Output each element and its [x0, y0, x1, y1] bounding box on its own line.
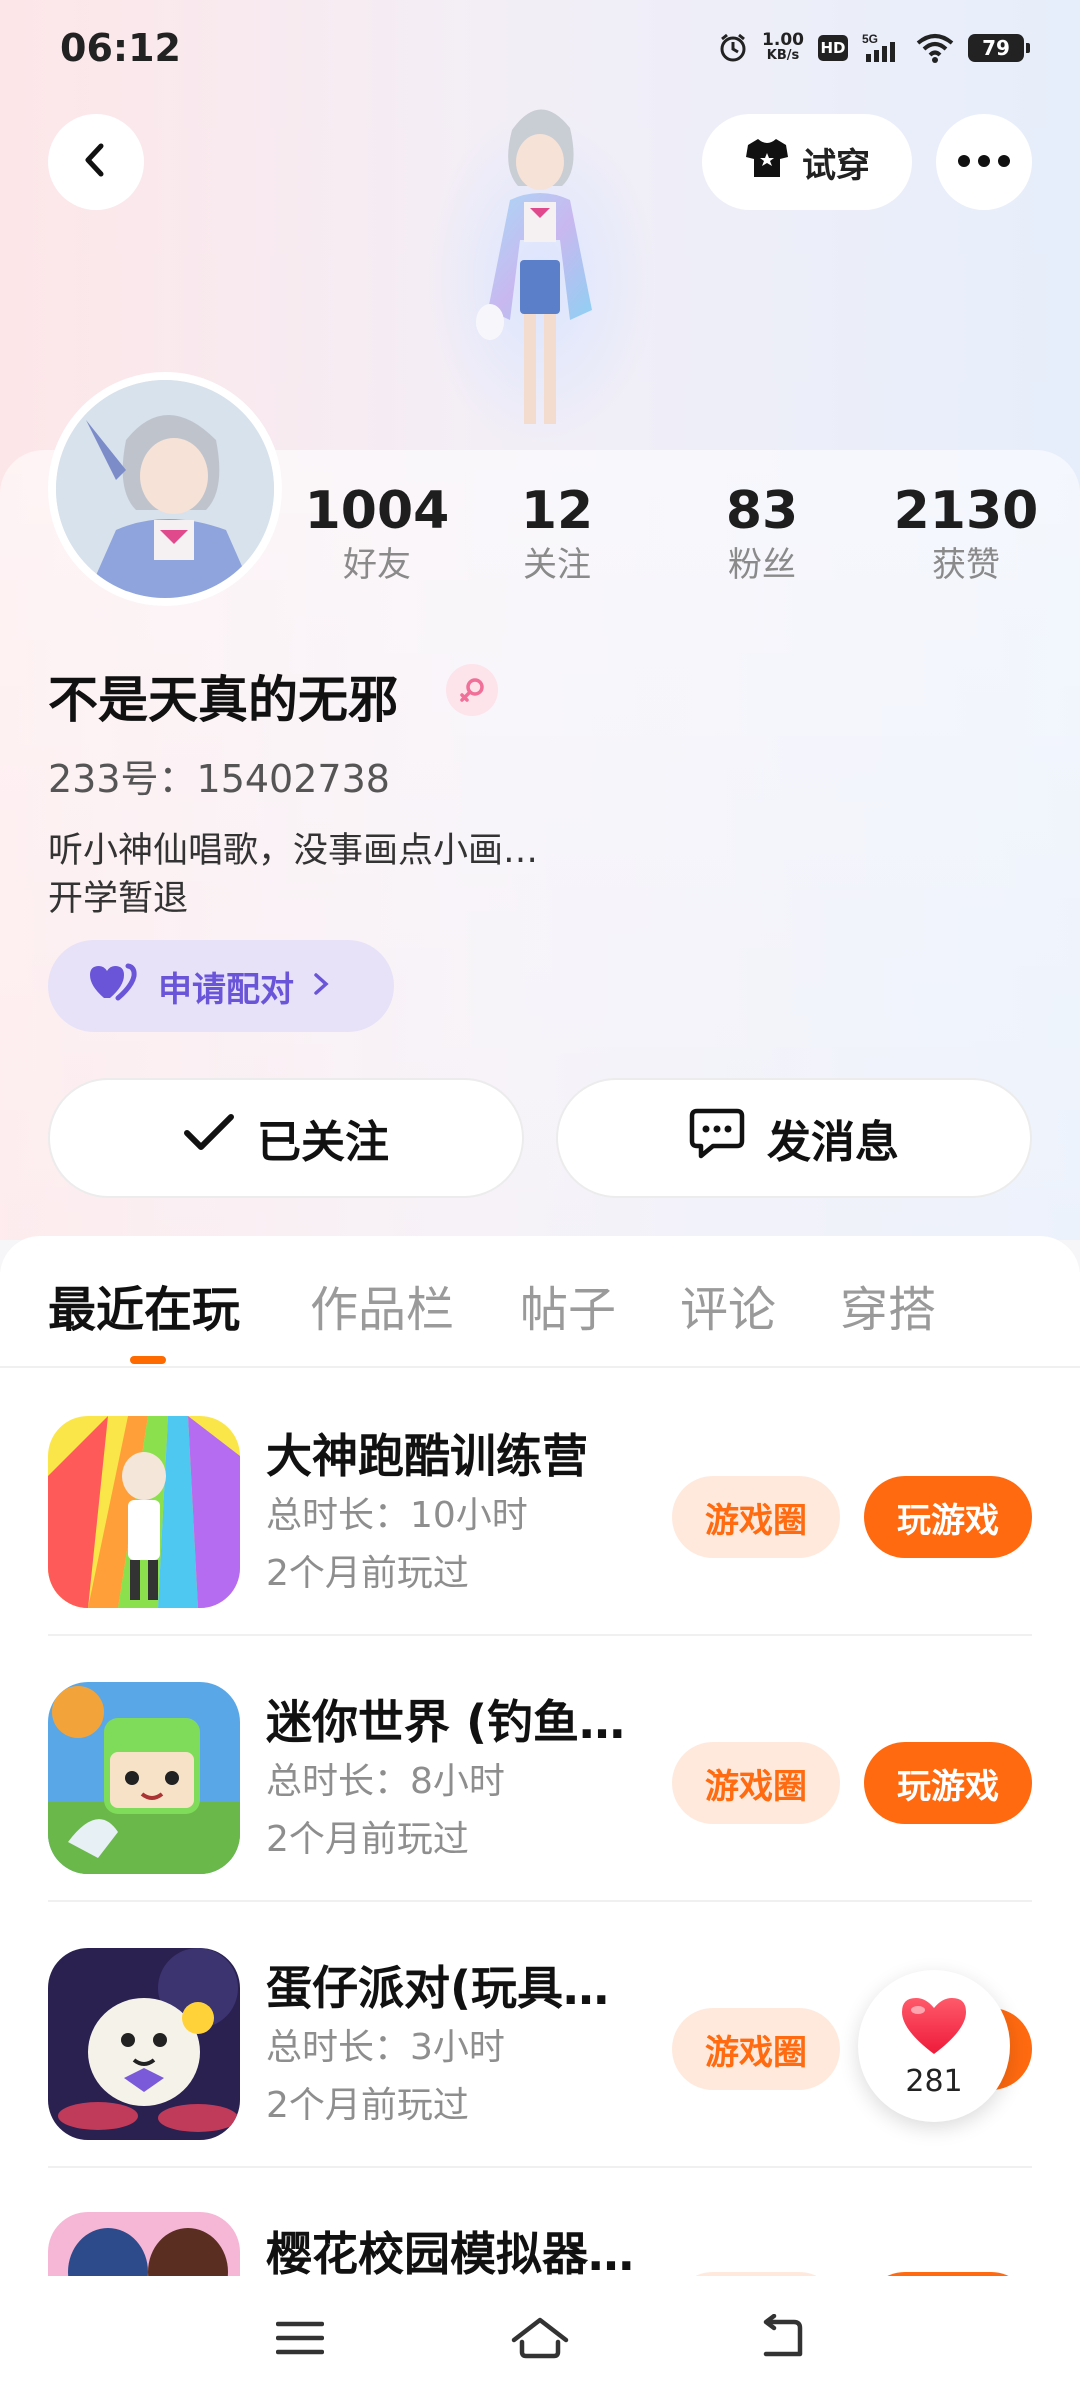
stat-likes[interactable]: 2130 获赞 — [876, 480, 1056, 588]
network-speed-value: 1.00 — [762, 30, 804, 50]
chevron-right-icon — [312, 966, 330, 1006]
game-last-played: 2个月前玩过 — [266, 1553, 469, 1594]
username: 不是天真的无邪 — [48, 671, 398, 729]
active-tab-indicator — [130, 1356, 166, 1364]
bio-line-2: 开学暂退 — [48, 879, 189, 919]
back-arrow-icon — [754, 2313, 806, 2366]
game-icon-mini-world[interactable] — [48, 1682, 240, 1874]
try-on-button[interactable]: 试穿 — [702, 114, 912, 210]
network-speed-unit: KB/s — [766, 48, 800, 63]
check-icon — [183, 1113, 235, 1164]
play-game-button[interactable]: 玩游戏 — [864, 1476, 1032, 1558]
game-last-played: 2个月前玩过 — [266, 2085, 469, 2126]
stat-label: 粉丝 — [728, 545, 796, 585]
try-on-label: 试穿 — [802, 145, 870, 186]
stat-following[interactable]: 12 关注 — [467, 480, 647, 588]
stat-value: 12 — [520, 481, 594, 541]
stat-label: 关注 — [523, 545, 591, 585]
back-nav-button[interactable] — [740, 2304, 820, 2376]
tshirt-icon — [744, 137, 790, 188]
game-icon-eggy-party[interactable] — [48, 1948, 240, 2140]
game-name: 大神跑酷训练营 — [266, 1429, 588, 1483]
send-message-button[interactable]: 发消息 — [556, 1078, 1032, 1198]
stat-value: 2130 — [893, 481, 1039, 541]
home-nav-button[interactable] — [500, 2304, 580, 2376]
svg-text:5G: 5G — [862, 32, 878, 46]
user-id: 233号：15402738 — [48, 757, 390, 801]
wifi-icon — [916, 33, 954, 63]
back-button[interactable] — [48, 114, 144, 210]
more-options-button[interactable] — [936, 114, 1032, 210]
game-list-item[interactable]: 迷你世界 (钓鱼… 总时长：8小时 2个月前玩过 游戏圈 玩游戏 — [48, 1636, 1032, 1902]
stat-value: 1004 — [304, 481, 450, 541]
stat-value: 83 — [725, 481, 799, 541]
game-circle-button[interactable]: 游戏圈 — [672, 1742, 840, 1824]
chevron-left-icon — [76, 140, 116, 184]
tab-recently-played[interactable]: 最近在玩 — [48, 1270, 240, 1340]
character-outfit-preview[interactable] — [420, 90, 660, 450]
tab-comments[interactable]: 评论 — [680, 1270, 776, 1340]
tab-posts[interactable]: 帖子 — [520, 1270, 616, 1340]
alarm-icon — [718, 33, 748, 63]
menu-icon — [275, 2318, 325, 2362]
game-circle-button[interactable]: 游戏圈 — [672, 2008, 840, 2090]
game-icon-parkour[interactable] — [48, 1416, 240, 1608]
cellular-signal-icon: 5G — [862, 32, 902, 64]
game-name: 樱花校园模拟器… — [266, 2227, 634, 2281]
status-bar: 06:12 1.00 KB/s HD 5G 79 — [0, 0, 1080, 96]
game-circle-button[interactable]: 游戏圈 — [672, 1476, 840, 1558]
game-total-time: 总时长：8小时 — [266, 1761, 505, 1802]
apply-pairing-button[interactable]: 申请配对 — [48, 940, 394, 1032]
stat-label: 好友 — [343, 545, 411, 585]
tab-outfits[interactable]: 穿搭 — [840, 1270, 936, 1340]
send-message-label: 发消息 — [767, 1117, 899, 1168]
avatar[interactable] — [48, 372, 282, 606]
stat-fans[interactable]: 83 粉丝 — [672, 480, 852, 588]
menu-nav-button[interactable] — [260, 2304, 340, 2376]
game-total-time: 总时长：3小时 — [266, 2027, 505, 2068]
system-navigation-bar — [0, 2276, 1080, 2404]
followed-button[interactable]: 已关注 — [48, 1078, 524, 1198]
tabs-divider — [0, 1366, 1080, 1368]
followed-label: 已关注 — [257, 1117, 389, 1168]
game-total-time: 总时长：10小时 — [266, 1495, 528, 1536]
apply-pairing-label: 申请配对 — [158, 969, 294, 1010]
status-time: 06:12 — [60, 26, 181, 70]
heart-pair-icon — [88, 962, 140, 1011]
game-list-item[interactable]: 大神跑酷训练营 总时长：10小时 2个月前玩过 游戏圈 玩游戏 — [48, 1370, 1032, 1636]
like-count: 281 — [905, 2063, 963, 2099]
game-name: 蛋仔派对(玩具… — [266, 1961, 610, 2015]
heart-icon — [898, 1994, 970, 2062]
hd-badge: HD — [818, 35, 848, 61]
chat-bubble-icon — [689, 1107, 745, 1170]
play-game-button[interactable]: 玩游戏 — [864, 1742, 1032, 1824]
tab-works[interactable]: 作品栏 — [310, 1270, 454, 1340]
home-icon — [510, 2314, 570, 2366]
like-floating-button[interactable]: 281 — [858, 1970, 1010, 2122]
status-icons: 1.00 KB/s HD 5G 79 — [718, 26, 1030, 70]
game-name: 迷你世界 (钓鱼… — [266, 1695, 626, 1749]
stat-label: 获赞 — [932, 545, 1000, 585]
stat-friends[interactable]: 1004 好友 — [287, 480, 467, 588]
female-gender-icon — [446, 664, 498, 716]
more-horizontal-icon — [957, 153, 1011, 172]
game-last-played: 2个月前玩过 — [266, 1819, 469, 1860]
battery-indicator: 79 — [968, 34, 1030, 62]
bio-line-1: 听小神仙唱歌，没事画点小画… — [48, 831, 539, 871]
network-speed: 1.00 KB/s — [762, 32, 804, 64]
